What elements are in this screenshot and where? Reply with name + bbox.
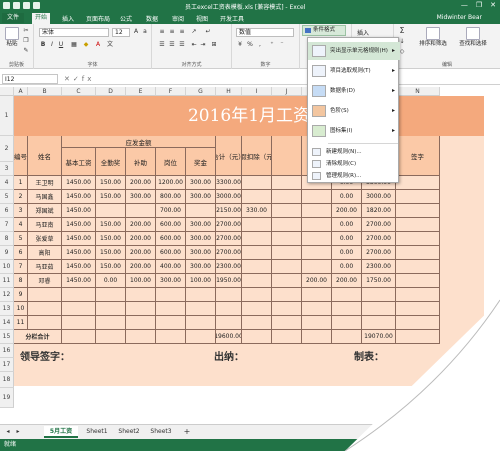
page-curl-decoration: [344, 299, 500, 451]
